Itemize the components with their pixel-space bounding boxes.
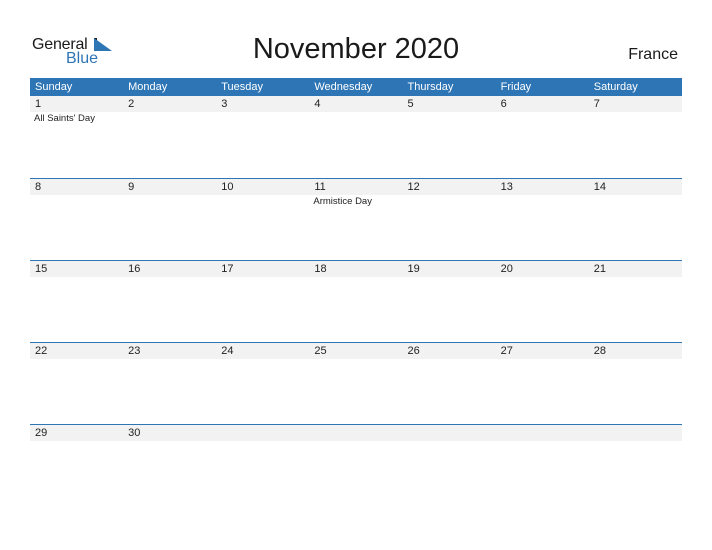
day-number[interactable] [496, 425, 589, 441]
date-strip: 15 16 17 18 19 20 21 [30, 261, 682, 277]
day-number[interactable]: 26 [403, 343, 496, 359]
day-number[interactable]: 17 [216, 261, 309, 277]
date-strip: 8 9 10 11 12 13 14 [30, 179, 682, 195]
holiday-label [309, 112, 402, 126]
holiday-label [589, 112, 682, 126]
day-number[interactable]: 28 [589, 343, 682, 359]
events-row: All Saints' Day [30, 112, 682, 126]
day-number[interactable] [216, 425, 309, 441]
week-row: 29 30 [30, 424, 682, 506]
week-row: 8 9 10 11 12 13 14 Armistice Day [30, 178, 682, 260]
holiday-label [403, 195, 496, 209]
holiday-label [403, 112, 496, 126]
date-strip: 22 23 24 25 26 27 28 [30, 343, 682, 359]
day-number[interactable]: 20 [496, 261, 589, 277]
holiday-label [216, 195, 309, 209]
holiday-label: Armistice Day [313, 196, 372, 207]
day-number[interactable]: 12 [403, 179, 496, 195]
country-label: France [628, 46, 678, 63]
holiday-label [496, 112, 589, 126]
day-number[interactable]: 25 [309, 343, 402, 359]
day-number[interactable]: 24 [216, 343, 309, 359]
day-number[interactable]: 10 [216, 179, 309, 195]
day-number[interactable]: 19 [403, 261, 496, 277]
day-number[interactable]: 5 [403, 96, 496, 112]
day-number[interactable]: 15 [30, 261, 123, 277]
page-title: November 2020 [252, 33, 460, 65]
day-number[interactable]: 18 [309, 261, 402, 277]
day-number[interactable] [403, 425, 496, 441]
day-number[interactable]: 1 [30, 96, 123, 112]
day-number[interactable]: 7 [589, 96, 682, 112]
day-number[interactable]: 6 [496, 96, 589, 112]
week-row: 15 16 17 18 19 20 21 [30, 260, 682, 342]
day-number[interactable]: 4 [309, 96, 402, 112]
day-number[interactable]: 11 [309, 179, 402, 195]
weekday-header: Sunday Monday Tuesday Wednesday Thursday Frid… [30, 78, 682, 96]
day-number[interactable]: 30 [123, 425, 216, 441]
day-number[interactable] [589, 425, 682, 441]
weekday-thursday: Thursday [407, 81, 454, 93]
week-row: 22 23 24 25 26 27 28 [30, 342, 682, 424]
date-strip: 29 30 [30, 425, 682, 441]
day-number[interactable]: 3 [216, 96, 309, 112]
weekday-wednesday: Wednesday [314, 81, 373, 93]
weekday-sunday: Sunday [35, 81, 73, 93]
holiday-label [496, 195, 589, 209]
calendar-grid: Sunday Monday Tuesday Wednesday Thursday Frid… [30, 78, 682, 506]
day-number[interactable]: 13 [496, 179, 589, 195]
holiday-label [216, 112, 309, 126]
day-number[interactable] [309, 425, 402, 441]
day-number[interactable]: 27 [496, 343, 589, 359]
week-row: 1 2 3 4 5 6 7 All Saints' Day [30, 96, 682, 178]
day-number[interactable]: 23 [123, 343, 216, 359]
day-number[interactable]: 14 [589, 179, 682, 195]
day-number[interactable]: 29 [30, 425, 123, 441]
day-number[interactable]: 22 [30, 343, 123, 359]
weekday-tuesday: Tuesday [221, 81, 264, 93]
day-number[interactable]: 2 [123, 96, 216, 112]
date-strip: 1234567 [30, 96, 682, 112]
day-number[interactable]: 21 [589, 261, 682, 277]
day-number[interactable]: 8 [30, 179, 123, 195]
day-number[interactable]: 16 [123, 261, 216, 277]
events-row: Armistice Day [30, 195, 682, 209]
holiday-label [30, 195, 123, 209]
holiday-label [123, 195, 216, 209]
holiday-label: All Saints' Day [34, 113, 95, 124]
weekday-monday: Monday [128, 81, 168, 93]
day-number[interactable]: 9 [123, 179, 216, 195]
weekday-friday: Friday [500, 81, 532, 93]
weekday-saturday: Saturday [593, 81, 638, 93]
holiday-label [123, 112, 216, 126]
holiday-label [589, 195, 682, 209]
